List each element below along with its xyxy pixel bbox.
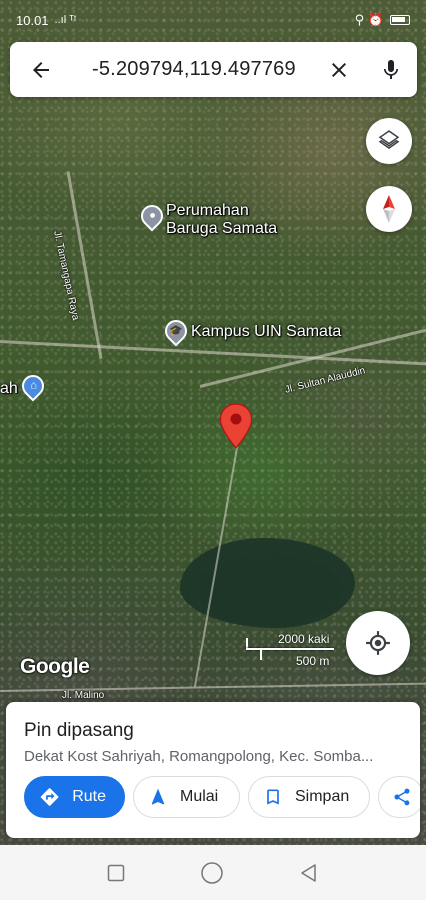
card-title: Pin dipasang xyxy=(24,720,134,741)
scale-imperial: 2000 kaki xyxy=(278,632,330,646)
place-label[interactable]: Kampus UIN Samata xyxy=(191,323,341,341)
search-bar[interactable]: -5.209794,119.497769 xyxy=(10,42,417,97)
location-alarm-icon: ⚲ ⏰ xyxy=(354,12,384,27)
signal-icon: ..ıl ᵀᵗ xyxy=(54,14,77,26)
share-button[interactable] xyxy=(378,776,420,818)
close-icon xyxy=(332,62,346,77)
clear-button[interactable] xyxy=(313,42,365,97)
search-input[interactable]: -5.209794,119.497769 xyxy=(72,58,313,81)
dropped-pin-icon[interactable] xyxy=(219,403,253,449)
share-icon xyxy=(394,788,410,806)
back-triangle-icon[interactable] xyxy=(299,863,319,883)
scale-tick xyxy=(260,648,262,660)
save-button[interactable]: Simpan xyxy=(248,776,370,818)
compass-button[interactable] xyxy=(366,186,412,232)
place-label-line2: Baruga Samata xyxy=(166,220,278,237)
crosshair-icon xyxy=(366,631,390,655)
home-circle-icon[interactable] xyxy=(200,861,224,885)
back-arrow-icon xyxy=(33,61,49,78)
recents-square-icon[interactable] xyxy=(107,864,125,882)
directions-button[interactable]: Rute xyxy=(24,776,125,818)
my-location-button[interactable] xyxy=(346,611,410,675)
layers-button[interactable] xyxy=(366,118,412,164)
scale-metric: 500 m xyxy=(296,654,330,668)
voice-search-button[interactable] xyxy=(365,42,417,97)
layers-icon xyxy=(378,130,400,150)
save-label: Simpan xyxy=(295,788,350,805)
status-bar: 10.01 ..ıl ᵀᵗ ⚲ ⏰ xyxy=(0,0,426,40)
back-button[interactable] xyxy=(10,42,72,97)
compass-icon xyxy=(383,195,395,223)
bookmark-icon xyxy=(267,789,279,805)
google-logo: Google xyxy=(20,655,90,678)
action-row: Rute Mulai Simpan xyxy=(24,776,420,818)
status-time: 10.01 xyxy=(16,12,49,28)
scale-bar: 2000 kaki 500 m xyxy=(246,630,336,670)
card-address: Dekat Kost Sahriyah, Romangpolong, Kec. … xyxy=(24,748,374,765)
directions-label: Rute xyxy=(72,788,106,805)
street-label: Jl. Malino xyxy=(62,690,105,701)
directions-icon xyxy=(40,788,59,806)
place-card[interactable]: Pin dipasang Dekat Kost Sahriyah, Romang… xyxy=(6,702,420,838)
navigation-arrow-icon xyxy=(151,788,165,805)
system-nav-bar xyxy=(0,845,426,900)
place-label[interactable]: ah xyxy=(0,380,18,398)
microphone-icon xyxy=(384,59,398,79)
place-label[interactable]: Perumahan Baruga Samata xyxy=(166,202,277,238)
battery-icon xyxy=(390,15,410,25)
start-label: Mulai xyxy=(180,788,219,805)
start-button[interactable]: Mulai xyxy=(133,776,240,818)
place-label-line1: Perumahan xyxy=(166,202,249,219)
